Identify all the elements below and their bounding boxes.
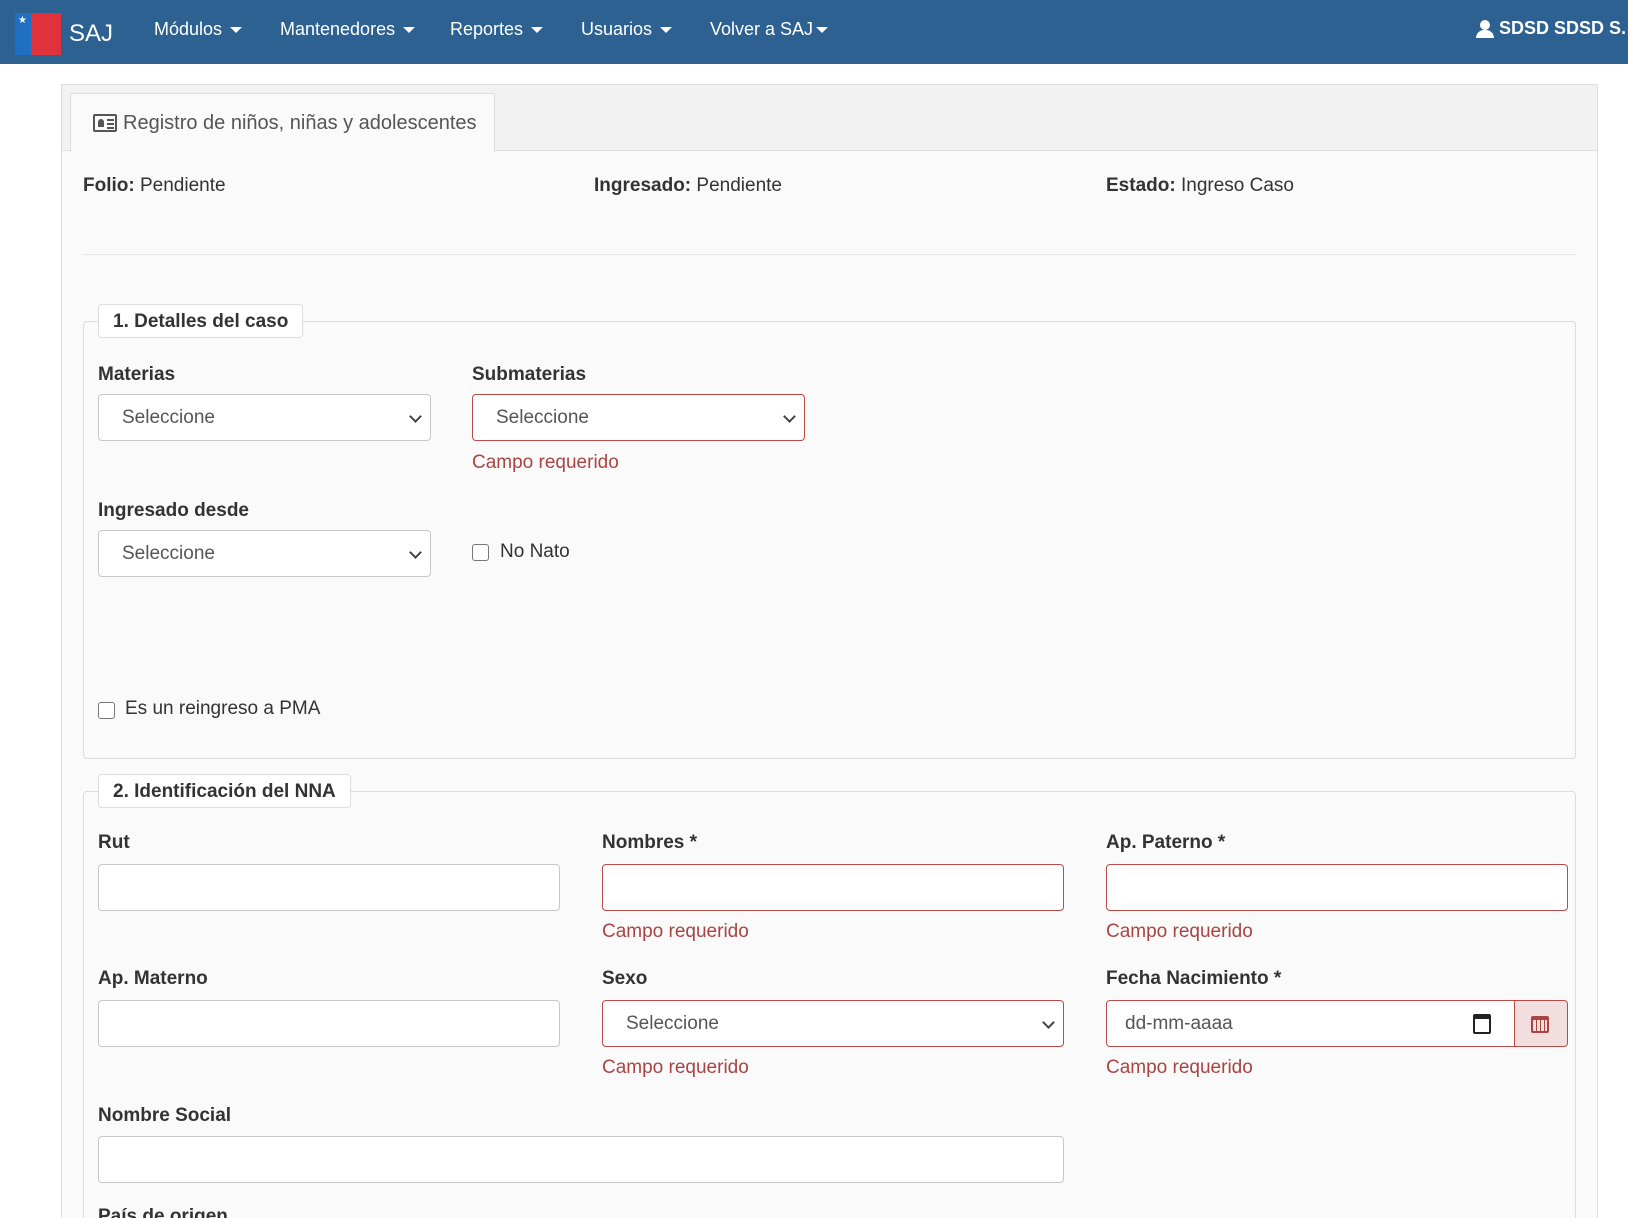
divider bbox=[83, 254, 1576, 255]
caret-down-icon bbox=[403, 26, 416, 33]
user-menu[interactable]: SDSD SDSD S. bbox=[1476, 18, 1626, 39]
nav-mantenedores[interactable]: Mantenedores bbox=[280, 19, 416, 40]
reingreso-pma-checkbox[interactable] bbox=[98, 702, 115, 719]
ingresado-info: Ingresado: Pendiente bbox=[594, 175, 782, 197]
estado-value: Ingreso Caso bbox=[1180, 175, 1294, 196]
nav-modulos-label: Módulos bbox=[154, 19, 223, 39]
nav-usuarios-label: Usuarios bbox=[581, 19, 653, 39]
brand-text: SAJ bbox=[69, 20, 114, 47]
fecha-nacimiento-label: Fecha Nacimiento * bbox=[1106, 968, 1282, 989]
ingresado-label: Ingresado: bbox=[594, 175, 692, 196]
fecha-nacimiento-error: Campo requerido bbox=[1106, 1057, 1253, 1078]
nav-volver-saj-label: Volver a SAJ bbox=[710, 19, 814, 39]
estado-label: Estado: bbox=[1106, 175, 1176, 196]
nombres-error: Campo requerido bbox=[602, 921, 749, 942]
sexo-select[interactable]: Seleccione bbox=[602, 1000, 1064, 1047]
rut-label: Rut bbox=[98, 832, 130, 853]
ap-paterno-label: Ap. Paterno * bbox=[1106, 832, 1226, 853]
user-name: SDSD SDSD S. bbox=[1499, 18, 1627, 38]
nav-reportes[interactable]: Reportes bbox=[450, 19, 544, 40]
materias-label: Materias bbox=[98, 364, 176, 385]
ingresado-desde-label: Ingresado desde bbox=[98, 500, 249, 521]
fecha-nacimiento-input[interactable]: dd-mm-aaaa bbox=[1106, 1000, 1515, 1047]
legend-identificacion-nna: 2. Identificación del NNA bbox=[98, 774, 351, 808]
reingreso-pma-label[interactable]: Es un reingreso a PMA bbox=[125, 698, 320, 720]
fecha-placeholder: dd-mm-aaaa bbox=[1125, 1013, 1233, 1034]
ap-materno-input[interactable] bbox=[98, 1000, 560, 1047]
nombres-label: Nombres * bbox=[602, 832, 698, 853]
nav-usuarios[interactable]: Usuarios bbox=[581, 19, 673, 40]
calendar-icon bbox=[1531, 1016, 1549, 1033]
folio-value: Pendiente bbox=[139, 175, 226, 196]
nav-modulos[interactable]: Módulos bbox=[154, 19, 243, 40]
chevron-down-icon bbox=[783, 410, 796, 423]
ap-materno-label: Ap. Materno bbox=[98, 968, 208, 989]
materias-select[interactable]: Seleccione bbox=[98, 394, 431, 441]
id-card-icon bbox=[93, 114, 117, 132]
ap-paterno-error: Campo requerido bbox=[1106, 921, 1253, 942]
nombre-social-input[interactable] bbox=[98, 1136, 1064, 1183]
estado-info: Estado: Ingreso Caso bbox=[1106, 175, 1294, 197]
top-navbar: ★ SAJ Módulos Mantenedores Reportes Usua… bbox=[0, 0, 1628, 64]
rut-input[interactable] bbox=[98, 864, 560, 911]
nombre-social-label: Nombre Social bbox=[98, 1105, 232, 1126]
folio-info: Folio: Pendiente bbox=[83, 175, 226, 197]
brand[interactable]: ★ SAJ bbox=[15, 13, 114, 55]
nav-mantenedores-label: Mantenedores bbox=[280, 19, 396, 39]
submaterias-select-value: Seleccione bbox=[496, 407, 589, 428]
ingresado-value: Pendiente bbox=[696, 175, 782, 196]
materias-select-value: Seleccione bbox=[122, 407, 215, 428]
ingresado-desde-select[interactable]: Seleccione bbox=[98, 530, 431, 577]
caret-down-icon bbox=[816, 26, 829, 33]
no-nato-checkbox[interactable] bbox=[472, 544, 489, 561]
submaterias-label: Submaterias bbox=[472, 364, 587, 385]
sexo-select-value: Seleccione bbox=[626, 1013, 719, 1034]
chevron-down-icon bbox=[409, 410, 422, 423]
folio-label: Folio: bbox=[83, 175, 135, 196]
ingresado-desde-select-value: Seleccione bbox=[122, 543, 215, 564]
no-nato-label[interactable]: No Nato bbox=[500, 541, 570, 563]
user-icon bbox=[1476, 19, 1494, 38]
caret-down-icon bbox=[531, 26, 544, 33]
submaterias-error: Campo requerido bbox=[472, 452, 619, 473]
sexo-label: Sexo bbox=[602, 968, 648, 989]
caret-down-icon bbox=[230, 26, 243, 33]
nav-volver-saj[interactable]: Volver a SAJ bbox=[710, 19, 829, 40]
tab-registro-nna[interactable]: Registro de niños, niñas y adolescentes bbox=[70, 93, 495, 152]
ap-paterno-input[interactable] bbox=[1106, 864, 1568, 911]
calendar-picker-icon[interactable] bbox=[1473, 1014, 1491, 1034]
tab-label: Registro de niños, niñas y adolescentes bbox=[123, 111, 477, 134]
nombres-input[interactable] bbox=[602, 864, 1064, 911]
submaterias-select[interactable]: Seleccione bbox=[472, 394, 805, 441]
chevron-down-icon bbox=[409, 546, 422, 559]
calendar-addon-button[interactable] bbox=[1515, 1000, 1568, 1047]
caret-down-icon bbox=[660, 26, 673, 33]
pais-origen-label: País de origen bbox=[98, 1206, 228, 1218]
chevron-down-icon bbox=[1042, 1016, 1055, 1029]
legend-detalles-caso: 1. Detalles del caso bbox=[98, 304, 304, 338]
nav-reportes-label: Reportes bbox=[450, 19, 524, 39]
sexo-error: Campo requerido bbox=[602, 1057, 749, 1078]
gobierno-logo-icon: ★ bbox=[15, 13, 61, 55]
